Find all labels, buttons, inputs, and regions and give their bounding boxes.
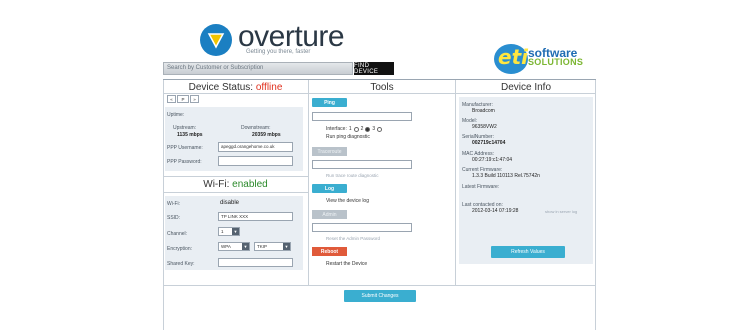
interface-radio-2[interactable]	[365, 126, 371, 132]
reboot-button[interactable]: Reboot	[312, 247, 347, 256]
overture-logo-icon	[200, 24, 232, 56]
firmware-value: 1.3.3 Build 110113 Rel.75742n	[472, 173, 540, 179]
wifi-value: disable	[220, 200, 240, 206]
model-value: 96358VW2	[472, 124, 497, 130]
pager-page[interactable]: P	[177, 95, 189, 103]
device-status-state: offline	[255, 82, 283, 93]
shared-key-field[interactable]	[218, 258, 293, 267]
footer-divider	[163, 285, 596, 286]
pager-next[interactable]: »	[190, 95, 199, 103]
traceroute-host-field[interactable]	[312, 160, 412, 169]
channel-label: Channel:	[167, 231, 188, 237]
divider	[309, 93, 455, 94]
pager: « P »	[167, 95, 199, 103]
chevron-down-icon: ▼	[242, 243, 249, 250]
interface-label: Interface:	[326, 126, 347, 132]
device-info-panel	[459, 97, 593, 264]
find-device-button[interactable]: FIND DEVICE	[354, 62, 394, 75]
upstream-label: Upstream:	[173, 125, 197, 131]
traceroute-button[interactable]: Traceroute	[312, 147, 347, 156]
column-divider	[308, 80, 309, 285]
interface-radio-1[interactable]	[353, 126, 359, 132]
column-divider	[455, 80, 456, 285]
reset-admin-note: Reset the Admin Password	[326, 236, 381, 241]
encryption-label: Encryption:	[167, 246, 193, 252]
downstream-label: Downstream:	[241, 125, 271, 131]
upstream-value: 1135 mbps	[177, 132, 203, 138]
latest-firmware-label: Latest Firmware:	[462, 184, 500, 190]
interface-radio-3[interactable]	[377, 126, 383, 132]
view-log-note: View the device log	[326, 198, 369, 204]
divider	[163, 93, 308, 94]
log-button[interactable]: Log	[312, 184, 347, 193]
run-traceroute-note: Run trace route diagnostic	[326, 173, 379, 178]
admin-password-field[interactable]	[312, 223, 412, 232]
run-ping-note: Run ping diagnostic	[326, 134, 370, 140]
mac-value: 00:27:19:c1:47:04	[472, 157, 513, 163]
brand-tagline: Getting you there, faster	[246, 49, 311, 55]
device-info-title: Device Info	[500, 82, 552, 93]
ping-host-field[interactable]	[312, 112, 412, 121]
pager-prev[interactable]: «	[167, 95, 176, 103]
eti-logo-text: eti	[498, 45, 528, 69]
submit-changes-button[interactable]: Submit Changes	[344, 290, 416, 302]
manufacturer-value: Broadcom	[472, 108, 495, 114]
server-log-link[interactable]: show in server log	[545, 209, 577, 214]
eti-solutions-text: SOLUTIONS	[528, 57, 584, 67]
chevron-down-icon: ▼	[232, 228, 239, 235]
encryption-cipher-select[interactable]: TKIP ▼	[254, 242, 291, 251]
ppp-username-field[interactable]: apeggd.orangehome.co.uk	[218, 142, 293, 152]
serial-value: 002719c14704	[472, 140, 506, 146]
channel-select[interactable]: 1 ▼	[218, 227, 240, 236]
tools-title: Tools	[370, 82, 394, 93]
ping-button[interactable]: Ping	[312, 98, 347, 107]
ppp-username-label: PPP Username:	[167, 145, 203, 151]
encryption-select[interactable]: WPA ▼	[218, 242, 250, 251]
interface-row: Interface: 1 2 3	[326, 126, 383, 132]
ppp-password-field[interactable]	[218, 156, 293, 166]
uptime-label: Uptime:	[167, 112, 185, 118]
refresh-values-button[interactable]: Refresh Values	[491, 246, 565, 258]
downstream-value: 20359 mbps	[252, 132, 281, 138]
shared-key-label: Shared Key:	[167, 261, 195, 267]
last-contacted-value: 2012-03-14 07:19:28	[472, 208, 519, 214]
device-status-title: Device Status: offline	[188, 82, 283, 93]
search-input[interactable]: Search by Customer or Subscription	[163, 62, 353, 75]
ssid-label: SSID:	[167, 215, 181, 221]
wifi-title: Wi-Fi: enabled	[203, 179, 268, 190]
ssid-field[interactable]: TP LINK XXX	[218, 212, 293, 221]
wifi-label: Wi-Fi:	[167, 201, 181, 207]
admin-button[interactable]: Admin	[312, 210, 347, 219]
ppp-password-label: PPP Password:	[167, 159, 202, 165]
restart-note: Restart the Device	[326, 261, 368, 267]
chevron-down-icon: ▼	[283, 243, 290, 250]
wifi-state: enabled	[232, 179, 268, 190]
divider	[456, 93, 596, 94]
divider	[163, 192, 308, 193]
divider	[163, 176, 308, 177]
